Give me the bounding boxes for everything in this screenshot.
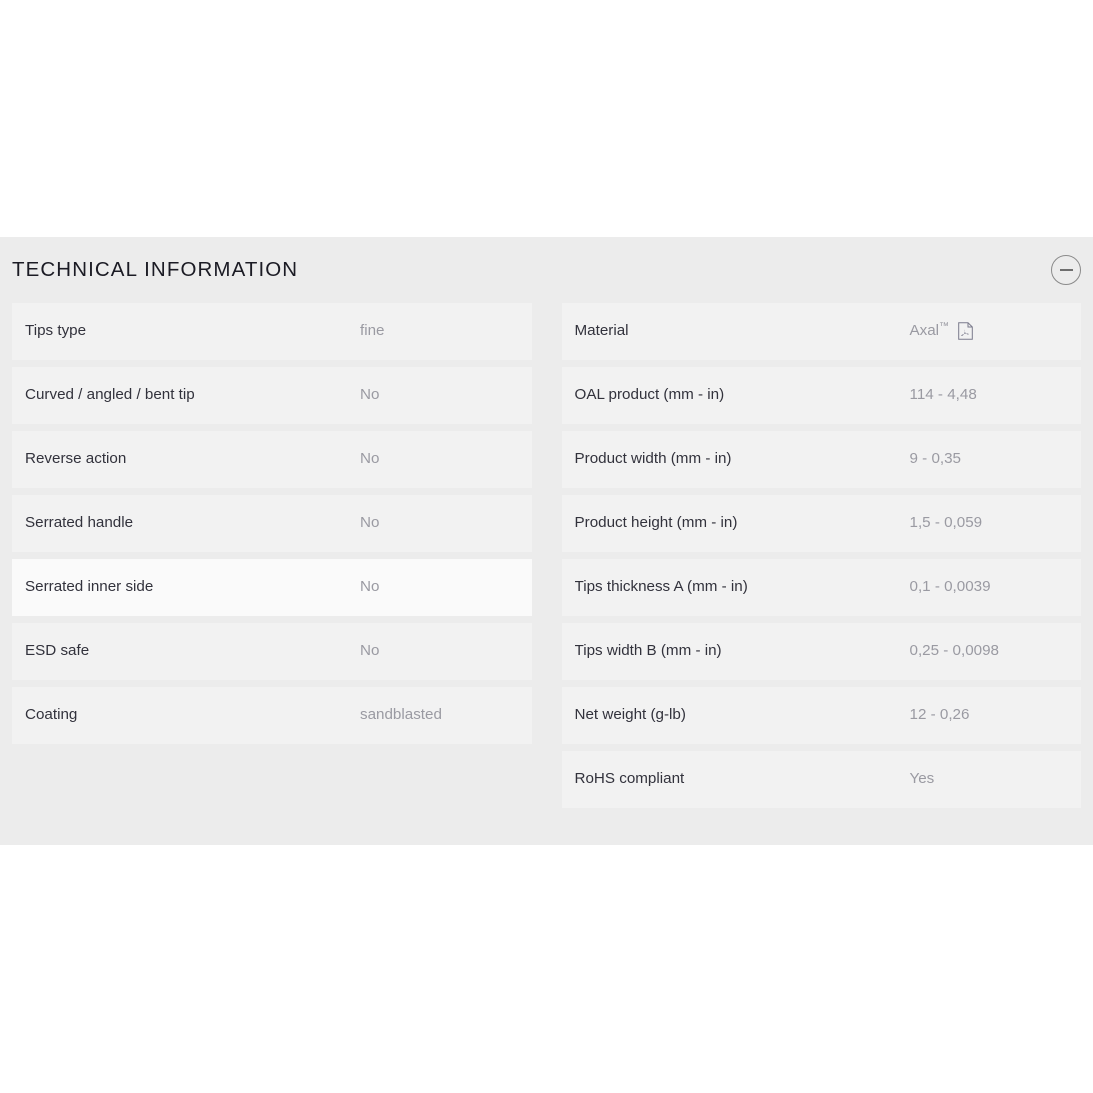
pdf-file-icon[interactable]	[958, 322, 973, 341]
spec-row[interactable]: Product height (mm - in) 1,5 - 0,059	[561, 495, 1081, 552]
spec-value-text: No	[360, 514, 380, 532]
spec-label: Material	[574, 322, 629, 340]
spec-row[interactable]: Net weight (g-lb) 12 - 0,26	[561, 687, 1081, 744]
spec-value-text: 0,1 - 0,0039	[909, 578, 991, 596]
spec-row[interactable]: Tips thickness A (mm - in) 0,1 - 0,0039	[561, 559, 1081, 616]
spec-label: Tips thickness A (mm - in)	[574, 578, 748, 596]
spec-value: 114 - 4,48	[910, 386, 1069, 404]
technical-information-panel: TECHNICAL INFORMATION Tips type fine Curve…	[0, 237, 1093, 845]
spec-row[interactable]: Reverse action No	[12, 431, 532, 488]
specifications-grid: Tips type fine Curved / angled / bent tip N…	[0, 303, 1093, 815]
spec-value: No	[360, 450, 519, 468]
spec-label: Curved / angled / bent tip	[25, 386, 195, 404]
spec-row[interactable]: Tips type fine	[12, 303, 532, 360]
spec-value: 9 - 0,35	[910, 450, 1069, 468]
spec-label: Product width (mm - in)	[574, 450, 732, 468]
spec-value-text: fine	[360, 322, 385, 340]
spec-value-text: No	[360, 578, 380, 596]
spec-label: Reverse action	[25, 450, 127, 468]
spec-value-text: Yes	[909, 770, 935, 788]
spec-value: No	[360, 578, 519, 596]
spec-value: sandblasted	[360, 706, 519, 724]
spec-row[interactable]: ESD safe No	[12, 623, 532, 680]
page-root: TECHNICAL INFORMATION Tips type fine Curve…	[0, 0, 1093, 1093]
spec-column-left: Tips type fine Curved / angled / bent tip N…	[12, 303, 532, 751]
spec-value-text: No	[360, 386, 380, 404]
spec-column-right: Material Axal™ OAL product (mm - in) 114 - …	[561, 303, 1081, 815]
spec-row[interactable]: Curved / angled / bent tip No	[12, 367, 532, 424]
spec-label: RoHS compliant	[574, 770, 685, 788]
spec-row[interactable]: Tips width B (mm - in) 0,25 - 0,0098	[561, 623, 1081, 680]
spec-value: No	[360, 642, 519, 660]
spec-value: 1,5 - 0,059	[910, 514, 1069, 532]
spec-label: Net weight (g-lb)	[574, 706, 686, 724]
spec-value: 0,1 - 0,0039	[910, 578, 1069, 596]
spec-value-text: sandblasted	[360, 706, 442, 724]
panel-header: TECHNICAL INFORMATION	[0, 237, 1093, 303]
spec-value-text: Axal™	[909, 321, 950, 340]
spec-row[interactable]: Material Axal™	[561, 303, 1081, 360]
page-title: TECHNICAL INFORMATION	[12, 257, 299, 281]
spec-row[interactable]: OAL product (mm - in) 114 - 4,48	[561, 367, 1081, 424]
spec-value-text: 114 - 4,48	[909, 386, 977, 404]
spec-value: fine	[360, 322, 519, 340]
spec-value-text: 0,25 - 0,0098	[909, 642, 1000, 660]
spec-value: 12 - 0,26	[910, 706, 1069, 724]
spec-value: No	[360, 514, 519, 532]
spec-row[interactable]: Serrated handle No	[12, 495, 532, 552]
minus-circle-icon[interactable]	[1051, 255, 1081, 285]
spec-value-text: No	[360, 642, 380, 660]
spec-label: Tips width B (mm - in)	[574, 642, 722, 660]
spec-value: Axal™	[909, 321, 1069, 341]
spec-value: No	[360, 386, 519, 404]
spec-label: Coating	[25, 706, 78, 724]
spec-value-text: 12 - 0,26	[909, 706, 970, 724]
spec-row[interactable]: Coating sandblasted	[12, 687, 532, 744]
minus-glyph	[1059, 269, 1073, 271]
spec-value-text: 1,5 - 0,059	[909, 514, 983, 532]
spec-value: Yes	[910, 770, 1069, 788]
spec-label: OAL product (mm - in)	[574, 386, 725, 404]
spec-value-text: No	[360, 450, 380, 468]
spec-label: Serrated handle	[25, 514, 134, 532]
spec-label: Serrated inner side	[25, 578, 154, 596]
spec-label: ESD safe	[25, 642, 90, 660]
spec-value: 0,25 - 0,0098	[910, 642, 1069, 660]
spec-label: Product height (mm - in)	[574, 514, 738, 532]
spec-label: Tips type	[25, 322, 87, 340]
trademark-symbol: ™	[939, 321, 950, 333]
spec-value-text: 9 - 0,35	[909, 450, 962, 468]
spec-row[interactable]: RoHS compliant Yes	[561, 751, 1081, 808]
spec-row[interactable]: Serrated inner side No	[12, 559, 532, 616]
spec-row[interactable]: Product width (mm - in) 9 - 0,35	[561, 431, 1081, 488]
